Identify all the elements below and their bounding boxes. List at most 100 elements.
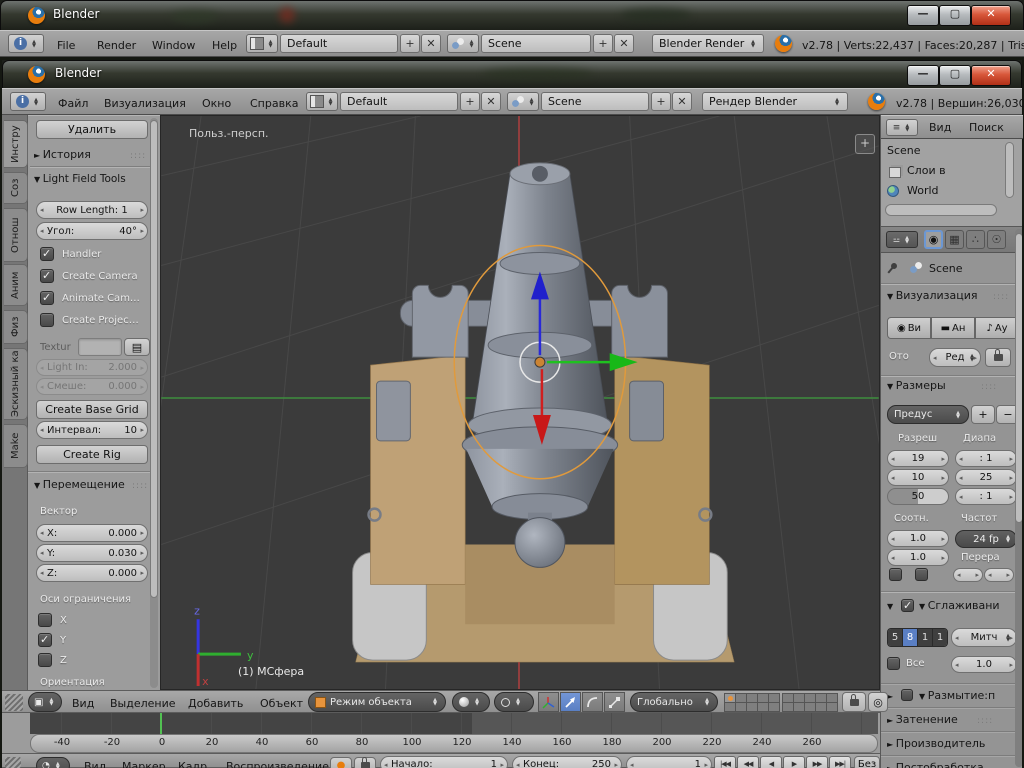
- prev-keyframe-button[interactable]: ◀◀: [737, 756, 759, 768]
- delete-layout-button[interactable]: ✕: [481, 92, 501, 111]
- aa-sample-8[interactable]: 8: [903, 629, 918, 646]
- menu-view[interactable]: Вид: [929, 121, 951, 134]
- tab-render-layers[interactable]: ▦: [945, 230, 964, 249]
- vector-y-field[interactable]: Y:0.030: [36, 544, 148, 562]
- timeline-ruler[interactable]: -40-200204060801001201401601802002202402…: [30, 734, 878, 753]
- light-in-field[interactable]: Light In:2.000: [36, 359, 148, 376]
- lft-panel-header[interactable]: Light Field Tools: [34, 173, 126, 185]
- manipulator-translate-toggle[interactable]: [560, 692, 581, 712]
- layer-cell[interactable]: [769, 694, 779, 702]
- remap-old-field[interactable]: [953, 568, 983, 582]
- layer-cell[interactable]: [816, 703, 826, 711]
- render-preview-button[interactable]: ◎: [868, 692, 888, 712]
- shelf-scrollbar[interactable]: [150, 118, 158, 688]
- aa-sample-16[interactable]: 1: [933, 629, 947, 646]
- layer-cell[interactable]: [736, 694, 746, 702]
- menu-render[interactable]: Render: [97, 39, 136, 52]
- current-frame-line[interactable]: [160, 713, 162, 734]
- lock-modes-button[interactable]: [842, 692, 866, 712]
- menu-window[interactable]: Window: [152, 39, 195, 52]
- menu-marker[interactable]: Маркер: [122, 760, 166, 768]
- add-scene-button[interactable]: +: [651, 92, 671, 111]
- menu-view[interactable]: Вид: [84, 760, 106, 768]
- menu-view[interactable]: Вид: [72, 697, 94, 710]
- menu-window[interactable]: Окно: [202, 97, 231, 110]
- create-projection-checkbox[interactable]: [40, 313, 54, 327]
- editor-type-button[interactable]: i: [8, 34, 44, 53]
- pin-icon[interactable]: [890, 262, 898, 270]
- menu-playback[interactable]: Воспроизведение: [226, 760, 329, 768]
- render-button[interactable]: ◉Ви: [887, 317, 931, 339]
- layer-cell[interactable]: [827, 703, 837, 711]
- frame-step[interactable]: : 1: [955, 488, 1017, 505]
- menu-help[interactable]: Справка: [250, 97, 298, 110]
- editor-type-button[interactable]: ≡: [886, 119, 918, 136]
- shelf-scrollbar-thumb[interactable]: [150, 120, 158, 598]
- audio-button[interactable]: ♪Ау: [975, 317, 1019, 339]
- create-base-grid-button[interactable]: Create Base Grid: [36, 400, 148, 419]
- layout-selector-button[interactable]: [306, 92, 338, 111]
- shelf-tab-create[interactable]: Соз: [4, 172, 28, 204]
- drag-dots-icon[interactable]: ::::: [977, 716, 993, 726]
- aspect-y-field[interactable]: 1.0: [887, 549, 949, 566]
- minimize-button[interactable]: —: [907, 65, 939, 86]
- aa-sample-11[interactable]: 1: [918, 629, 933, 646]
- record-button[interactable]: ●: [330, 757, 352, 768]
- menu-file[interactable]: File: [57, 39, 75, 52]
- layer-cell[interactable]: [816, 694, 826, 702]
- breadcrumb[interactable]: Scene: [929, 262, 963, 275]
- editor-type-button[interactable]: ⚍: [886, 231, 918, 248]
- corner-resize-grip[interactable]: [5, 694, 23, 711]
- menu-add[interactable]: Добавить: [188, 697, 243, 710]
- preset-dropdown[interactable]: Предус: [887, 405, 969, 424]
- display-dropdown[interactable]: Ред: [929, 348, 981, 367]
- drag-dots-icon[interactable]: ::::: [132, 481, 148, 491]
- next-keyframe-button[interactable]: ▶▶: [806, 756, 828, 768]
- properties-scrollbar-thumb[interactable]: [1015, 233, 1022, 523]
- layout-selector-button[interactable]: [246, 34, 278, 53]
- layer-cell[interactable]: [747, 694, 757, 702]
- aspect-x-field[interactable]: 1.0: [887, 530, 949, 547]
- create-camera-checkbox[interactable]: [40, 269, 54, 283]
- editor-type-button[interactable]: ▣: [28, 692, 62, 712]
- play-reverse-button[interactable]: ◀: [760, 756, 782, 768]
- frame-start-field[interactable]: Начало:1: [380, 756, 508, 768]
- editor-type-button[interactable]: i: [10, 92, 46, 111]
- orientation-dropdown[interactable]: Глобально: [630, 692, 718, 712]
- layer-cell[interactable]: [827, 694, 837, 702]
- aa-size-field[interactable]: 1.0: [951, 656, 1017, 673]
- menu-search[interactable]: Поиск: [969, 121, 1004, 134]
- aa-panel-header[interactable]: [887, 599, 893, 612]
- layer-cell[interactable]: [736, 703, 746, 711]
- display-lock-button[interactable]: [985, 348, 1011, 367]
- sync-dropdown[interactable]: Без: [854, 756, 880, 768]
- aa-panel-title[interactable]: Сглаживани: [919, 599, 1000, 612]
- jump-to-start-button[interactable]: |◀◀: [714, 756, 736, 768]
- menu-select[interactable]: Выделение: [110, 697, 176, 710]
- layer-cell[interactable]: [783, 703, 793, 711]
- layer-cell[interactable]: [725, 694, 735, 702]
- layout-field[interactable]: Default: [340, 92, 458, 111]
- tab-world[interactable]: ☉: [987, 230, 1006, 249]
- frame-end-step[interactable]: 25: [955, 469, 1017, 486]
- axis-x-checkbox[interactable]: [38, 613, 52, 627]
- outliner-vscrollbar[interactable]: [1005, 142, 1014, 198]
- aa-samples-group[interactable]: 5811: [887, 628, 948, 647]
- outliner-hscrollbar[interactable]: [885, 204, 997, 216]
- layer-cell[interactable]: [794, 703, 804, 711]
- layer-cell[interactable]: [725, 703, 735, 711]
- handler-checkbox[interactable]: [40, 247, 54, 261]
- maximize-button[interactable]: ▢: [939, 5, 971, 26]
- move-panel-header[interactable]: Перемещение: [34, 478, 125, 491]
- collapsed-panel-performance[interactable]: Производитель: [881, 731, 1022, 756]
- dimensions-panel-header[interactable]: Размеры: [887, 379, 946, 392]
- drag-dots-icon[interactable]: ::::: [993, 292, 1009, 302]
- properties-scrollbar[interactable]: [1015, 229, 1022, 767]
- engine-dropdown[interactable]: Рендер Blender: [702, 92, 848, 111]
- shelf-tab-tools[interactable]: Инстру: [4, 120, 28, 168]
- outliner-item-world[interactable]: World: [907, 184, 939, 197]
- editor-type-button[interactable]: ◔: [36, 757, 70, 768]
- maximize-button[interactable]: ▢: [939, 65, 971, 86]
- res-y-field[interactable]: 10: [887, 469, 949, 486]
- menu-frame[interactable]: Кадр: [178, 760, 207, 768]
